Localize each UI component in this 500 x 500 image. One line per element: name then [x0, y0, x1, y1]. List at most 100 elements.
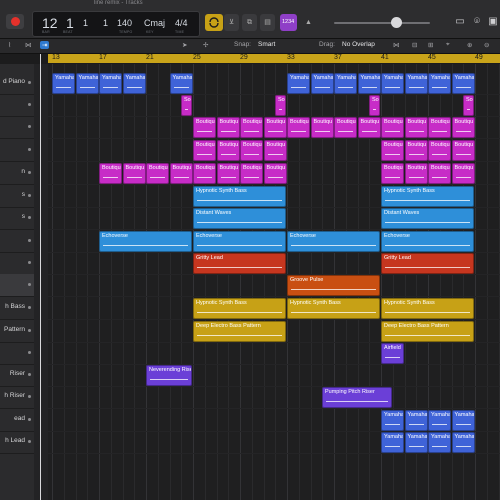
track-record-dot[interactable]	[28, 216, 31, 219]
region-gritty[interactable]: Gritty Lead	[381, 253, 474, 274]
region-soc[interactable]: SoC	[463, 95, 474, 116]
region-yamaha[interactable]: Yamaha	[381, 432, 404, 453]
region-gritty[interactable]: Gritty Lead	[193, 253, 286, 274]
region-boutique[interactable]: Boutiqu	[451, 140, 475, 161]
region-deep[interactable]: Deep Electro Bass Pattern	[381, 321, 474, 342]
track-header[interactable]: Riser	[0, 364, 34, 387]
region-hypnotic[interactable]: Hypnotic Synth Bass	[193, 298, 286, 319]
region-boutique[interactable]: Boutiqu	[381, 163, 404, 184]
region-yamaha[interactable]: Yamaha	[122, 73, 146, 94]
region-soc[interactable]: SoC	[369, 95, 380, 116]
flex-icon[interactable]: ⋈	[25, 41, 32, 49]
track-record-dot[interactable]	[28, 261, 31, 264]
track-record-dot[interactable]	[28, 418, 31, 421]
region-boutique[interactable]: Boutiqu	[169, 163, 193, 184]
zoom-in-icon[interactable]: ⊕	[467, 41, 472, 49]
region-boutique[interactable]: Boutiqu	[193, 117, 216, 138]
record-button[interactable]	[6, 14, 24, 29]
track-header[interactable]: d Piano	[0, 72, 34, 95]
track-header[interactable]: s	[0, 185, 34, 208]
region-boutique[interactable]: Boutiqu	[428, 117, 451, 138]
track-record-dot[interactable]	[28, 125, 31, 128]
region-hypnotic[interactable]: Hypnotic Synth Bass	[287, 298, 380, 319]
region-boutique[interactable]: Boutiqu	[263, 163, 287, 184]
track-record-dot[interactable]	[28, 148, 31, 151]
region-pumping[interactable]: Pumping Pitch Riser	[322, 387, 392, 408]
region-yamaha[interactable]: Yamaha	[287, 73, 310, 94]
region-hypnotic[interactable]: Hypnotic Synth Bass	[381, 186, 474, 207]
region-boutique[interactable]: Boutiqu	[263, 117, 287, 138]
track-record-dot[interactable]	[28, 329, 31, 332]
region-yamaha[interactable]: Yamaha	[428, 410, 451, 431]
region-boutique[interactable]: Boutiqu	[310, 117, 334, 138]
region-groove[interactable]: Groove Pulse	[287, 275, 380, 296]
track-header[interactable]: ead	[0, 409, 34, 432]
metronome-button[interactable]: ▤	[260, 14, 275, 31]
region-yamaha[interactable]: Yamaha	[334, 73, 357, 94]
track-record-dot[interactable]	[28, 171, 31, 174]
track-header[interactable]: Pattern	[0, 320, 34, 343]
region-boutique[interactable]: Boutiqu	[357, 117, 381, 138]
region-boutique[interactable]: Boutiqu	[216, 140, 240, 161]
region-yamaha[interactable]: Yamaha	[404, 73, 428, 94]
track-header[interactable]: h Riser	[0, 386, 34, 409]
notepad-icon[interactable]: ▭	[453, 15, 467, 29]
region-yamaha[interactable]: Yamaha	[428, 73, 451, 94]
region-boutique[interactable]: Boutiqu	[381, 140, 404, 161]
region-boutique[interactable]: Boutiqu	[99, 163, 122, 184]
region-boutique[interactable]: Boutiqu	[216, 117, 240, 138]
loops-icon[interactable]: ⌾	[470, 15, 484, 29]
track-header[interactable]	[0, 94, 34, 117]
region-boutique[interactable]: Boutiqu	[240, 163, 263, 184]
region-yamaha[interactable]: Yamaha	[310, 73, 334, 94]
region-boutique[interactable]: Boutiqu	[404, 117, 428, 138]
tuner-button[interactable]: ▲	[301, 14, 316, 31]
region-boutique[interactable]: Boutiqu	[404, 140, 428, 161]
track-header-selected[interactable]	[0, 274, 34, 297]
browser-icon[interactable]: ▣	[486, 15, 500, 29]
region-soc[interactable]: SoC	[275, 95, 286, 116]
region-hypnotic[interactable]: Hypnotic Synth Bass	[381, 298, 474, 319]
zoom-slider-icon[interactable]: ⌖	[446, 41, 450, 49]
region-deep[interactable]: Deep Electro Bass Pattern	[193, 321, 286, 342]
region-soc[interactable]: SoC	[181, 95, 192, 116]
region-neverending[interactable]: Neverending Rise	[146, 365, 192, 386]
track-record-dot[interactable]	[28, 283, 31, 286]
pointer-tool-icon[interactable]: ➤	[182, 41, 187, 49]
lcd-display[interactable]: 12 1 1 1 140 Cmaj 4/4 BAR BEAT TEMPO KEY…	[32, 11, 200, 37]
track-record-dot[interactable]	[28, 395, 31, 398]
region-boutique[interactable]: Boutiqu	[263, 140, 287, 161]
track-header[interactable]: h Bass	[0, 297, 34, 320]
track-record-dot[interactable]	[28, 440, 31, 443]
track-header[interactable]	[0, 116, 34, 139]
master-volume-knob[interactable]	[391, 17, 402, 28]
region-yamaha[interactable]: Yamaha	[357, 73, 381, 94]
track-header[interactable]: h Lead	[0, 431, 34, 454]
catch-icon[interactable]: ⇥	[40, 41, 50, 49]
region-boutique[interactable]: Boutiqu	[122, 163, 146, 184]
region-boutique[interactable]: Boutiqu	[334, 117, 357, 138]
zoom-out-icon[interactable]: ⊖	[484, 41, 489, 49]
region-boutique[interactable]: Boutiqu	[451, 117, 475, 138]
region-yamaha[interactable]: Yamaha	[99, 73, 122, 94]
waveform-zoom-icon[interactable]: ⋈	[393, 41, 400, 49]
track-record-dot[interactable]	[28, 373, 31, 376]
region-boutique[interactable]: Boutiqu	[146, 163, 169, 184]
count-in-button[interactable]: 1234	[280, 14, 297, 31]
track-header[interactable]: s	[0, 207, 34, 230]
horizontal-zoom-icon[interactable]: ⊞	[428, 41, 433, 49]
track-record-dot[interactable]	[28, 194, 31, 197]
region-boutique[interactable]: Boutiqu	[428, 163, 451, 184]
track-header[interactable]	[0, 342, 34, 365]
region-echoverse[interactable]: Echoverse	[99, 231, 192, 252]
replace-button[interactable]: ⊻	[224, 14, 239, 31]
region-yamaha[interactable]: Yamaha	[75, 73, 99, 94]
track-record-dot[interactable]	[28, 351, 31, 354]
region-boutique[interactable]: Boutiqu	[287, 117, 310, 138]
region-distant[interactable]: Distant Waves	[381, 208, 474, 229]
master-volume-slider[interactable]	[334, 22, 430, 24]
region-boutique[interactable]: Boutiqu	[216, 163, 240, 184]
region-yamaha[interactable]: Yamaha	[381, 410, 404, 431]
region-yamaha[interactable]: Yamaha	[169, 73, 193, 94]
region-boutique[interactable]: Boutiqu	[404, 163, 428, 184]
